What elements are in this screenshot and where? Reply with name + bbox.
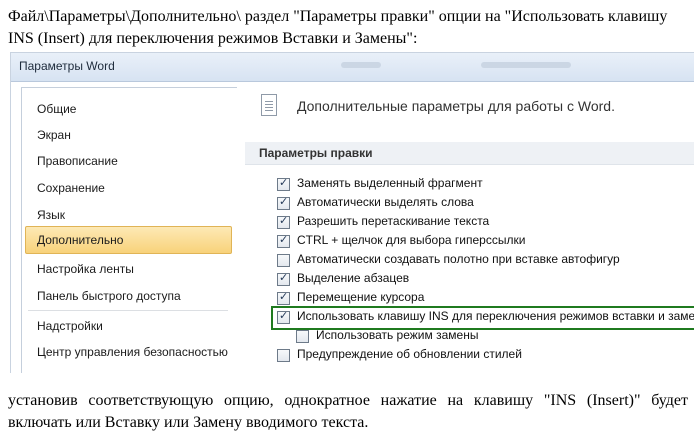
- nav-item-language[interactable]: Язык: [22, 202, 235, 228]
- checkbox-checked[interactable]: [277, 271, 290, 286]
- nav-label: Дополнительно: [37, 233, 124, 247]
- nav-label: Язык: [37, 208, 66, 222]
- nav-item-trust-center[interactable]: Центр управления безопасностью: [22, 339, 235, 365]
- checkbox-unchecked[interactable]: [277, 254, 290, 267]
- checkbox-checked[interactable]: [277, 176, 290, 191]
- option-label: Перемещение курсора: [297, 290, 425, 304]
- option-label: Заменять выделенный фрагмент: [297, 176, 483, 190]
- section-editing-options: Параметры правки: [245, 142, 694, 165]
- nav-label: Панель быстрого доступа: [37, 289, 181, 303]
- nav-item-general[interactable]: Общие: [22, 96, 235, 122]
- checkbox-checked[interactable]: [277, 214, 290, 229]
- checkbox-unchecked[interactable]: [296, 330, 309, 343]
- nav-item-advanced[interactable]: Дополнительно: [25, 226, 232, 254]
- outro-text: установив соответствующую опцию, однокра…: [8, 392, 688, 431]
- titlebar-blur: [481, 62, 571, 68]
- nav-label: Центр управления безопасностью: [37, 345, 228, 359]
- nav-label: Общие: [37, 102, 77, 116]
- nav-item-display[interactable]: Экран: [22, 122, 235, 148]
- word-options-dialog: Параметры Word Общие Экран Правописание …: [10, 52, 694, 373]
- nav-item-proofing[interactable]: Правописание: [22, 148, 235, 174]
- checkbox-checked[interactable]: [277, 290, 290, 305]
- document-settings-icon: [261, 94, 277, 116]
- nav-item-quick-access-toolbar[interactable]: Панель быстрого доступа: [22, 283, 235, 309]
- options-content: Дополнительные параметры для работы с Wo…: [237, 82, 694, 373]
- nav-label: Экран: [37, 128, 71, 142]
- checkbox-unchecked[interactable]: [277, 349, 290, 362]
- titlebar-blur: [341, 62, 381, 68]
- dialog-titlebar: Параметры Word: [11, 53, 694, 82]
- option-label: CTRL + щелчок для выбора гиперссылки: [297, 233, 526, 247]
- content-header: Дополнительные параметры для работы с Wo…: [297, 98, 615, 114]
- checkbox-checked[interactable]: [277, 233, 290, 248]
- option-label: Предупреждение об обновлении стилей: [297, 347, 522, 361]
- nav-item-save[interactable]: Сохранение: [22, 175, 235, 201]
- nav-divider: [28, 310, 228, 311]
- options-nav: Общие Экран Правописание Сохранение Язык…: [21, 87, 238, 373]
- option-label: Использовать клавишу INS для переключени…: [297, 309, 694, 323]
- option-label: Автоматически создавать полотно при вста…: [297, 252, 620, 266]
- checkbox-checked[interactable]: [277, 195, 290, 210]
- nav-item-addins[interactable]: Надстройки: [22, 313, 235, 339]
- nav-item-customize-ribbon[interactable]: Настройка ленты: [22, 256, 235, 282]
- checkbox-checked[interactable]: [277, 309, 290, 324]
- option-label: Выделение абзацев: [297, 271, 410, 285]
- nav-label: Сохранение: [37, 181, 105, 195]
- dialog-title: Параметры Word: [19, 59, 115, 73]
- nav-label: Правописание: [37, 154, 118, 168]
- section-title: Параметры правки: [259, 146, 373, 160]
- option-label: Использовать режим замены: [316, 328, 479, 342]
- nav-label: Настройка ленты: [37, 262, 134, 276]
- option-label: Автоматически выделять слова: [297, 195, 474, 209]
- option-label: Разрешить перетаскивание текста: [297, 214, 490, 228]
- intro-text: Файл\Параметры\Дополнительно\ раздел "Па…: [8, 8, 668, 47]
- nav-label: Надстройки: [37, 319, 103, 333]
